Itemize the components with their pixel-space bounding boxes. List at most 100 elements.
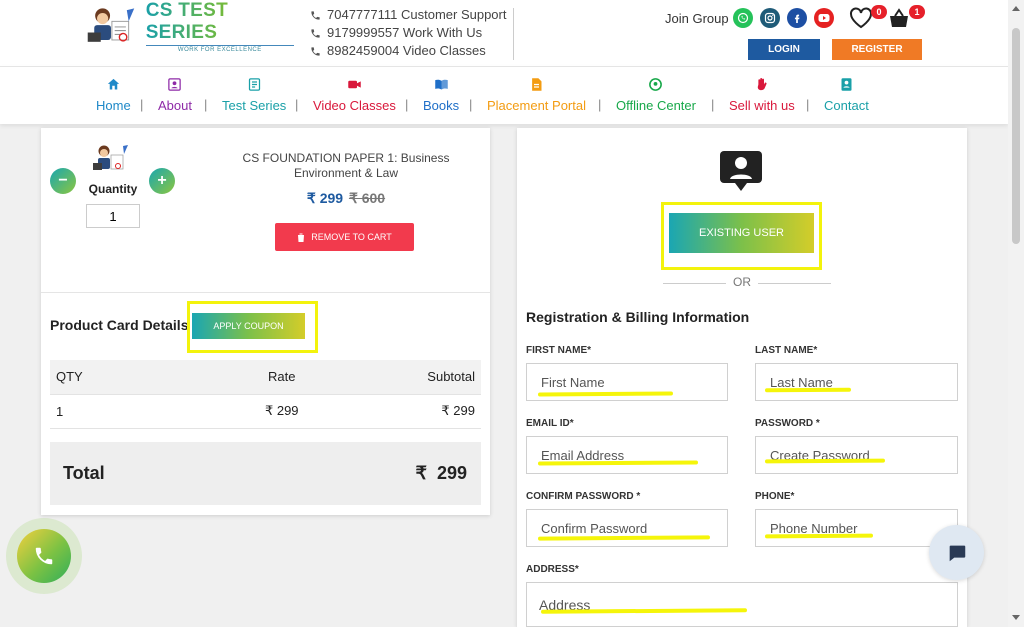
- book-icon: [434, 79, 448, 90]
- nav-label: Test Series: [222, 98, 287, 113]
- existing-user-button[interactable]: EXISTING USER: [669, 213, 814, 253]
- table-cell-subtotal: ₹ 299: [362, 394, 481, 429]
- phone-field[interactable]: [755, 509, 958, 547]
- nav-item-sell-with-us[interactable]: Sell with us: [729, 77, 795, 113]
- nav-separator: |: [204, 97, 208, 112]
- table-header-qty: QTY: [50, 360, 127, 395]
- contact-numbers: 7047777111 Customer Support 9179999557 W…: [310, 6, 506, 60]
- nav-label: Sell with us: [729, 98, 795, 113]
- scroll-down-arrow-icon[interactable]: [1012, 615, 1020, 620]
- highlight-underline: [764, 533, 874, 539]
- last-name-field[interactable]: [755, 363, 958, 401]
- document-icon: [532, 78, 542, 91]
- registration-card: EXISTING USER OR Registration & Billing …: [517, 128, 967, 627]
- contact-video-classes[interactable]: 8982459004 Video Classes: [310, 42, 506, 60]
- phone-icon: [311, 28, 320, 38]
- nav-item-home[interactable]: Home: [96, 77, 131, 113]
- register-button[interactable]: REGISTER: [832, 39, 922, 60]
- decrease-quantity-button[interactable]: −: [50, 168, 76, 194]
- login-button[interactable]: LOGIN: [748, 39, 820, 60]
- order-table: QTY Rate Subtotal 1 ₹ 299 ₹ 299: [50, 360, 481, 429]
- logo-tagline: WORK FOR EXCELLENCE: [145, 44, 294, 53]
- or-text: OR: [733, 275, 751, 289]
- nav-label: Placement Portal: [487, 98, 586, 113]
- highlight-underline: [764, 458, 886, 464]
- nav-item-books[interactable]: Books: [423, 77, 459, 113]
- basket-icon: [890, 8, 908, 27]
- home-icon: [107, 78, 119, 90]
- nav-separator: |: [711, 97, 715, 112]
- location-icon: [649, 78, 663, 91]
- cart-button[interactable]: 1: [887, 5, 925, 31]
- nav-item-about[interactable]: About: [158, 77, 192, 113]
- address-field[interactable]: [526, 582, 958, 627]
- nav-separator: |: [295, 97, 299, 112]
- call-button[interactable]: [6, 518, 82, 594]
- nav-item-test-series[interactable]: Test Series: [222, 77, 286, 113]
- facebook-icon[interactable]: [787, 8, 807, 28]
- quantity-label: Quantity: [88, 182, 138, 196]
- header-divider: [513, 8, 514, 60]
- youtube-icon[interactable]: [814, 8, 834, 28]
- total-value: ₹ 299: [415, 463, 468, 483]
- nav-label: Video Classes: [313, 98, 396, 113]
- apply-coupon-button[interactable]: APPLY COUPON: [192, 313, 305, 339]
- increase-quantity-button[interactable]: +: [149, 168, 175, 194]
- address-label: ADDRESS*: [526, 564, 579, 575]
- scrollbar-thumb[interactable]: [1012, 28, 1020, 244]
- table-header-rate: Rate: [126, 360, 363, 395]
- product-title: CS FOUNDATION PAPER 1: Business Environm…: [242, 151, 450, 180]
- mascot-logo-icon: [87, 8, 135, 42]
- contact-text: 7047777111 Customer Support: [327, 7, 507, 22]
- site-header: CS TEST SERIES WORK FOR EXCELLENCE 70477…: [0, 0, 1008, 66]
- nav-separator: |: [140, 97, 144, 112]
- about-icon: [168, 78, 182, 91]
- nav-separator: |: [469, 97, 473, 112]
- chat-button[interactable]: [929, 525, 984, 580]
- contact-work-with-us[interactable]: 9179999557 Work With Us: [310, 24, 506, 42]
- nav-separator: |: [806, 97, 810, 112]
- table-header-subtotal: Subtotal: [362, 360, 481, 395]
- whatsapp-icon[interactable]: [733, 8, 753, 28]
- contact-text: 8982459004 Video Classes: [327, 43, 486, 58]
- confirm-password-field[interactable]: [526, 509, 728, 547]
- email-field[interactable]: [526, 436, 728, 474]
- logo-title: CS TEST SERIES: [146, 0, 294, 44]
- chat-icon: [949, 545, 965, 561]
- table-row: 1 ₹ 299 ₹ 299: [50, 394, 481, 429]
- scroll-up-arrow-icon[interactable]: [1012, 6, 1020, 11]
- or-divider: OR: [517, 275, 967, 289]
- site-logo[interactable]: CS TEST SERIES WORK FOR EXCELLENCE: [84, 0, 294, 53]
- registration-title: Registration & Billing Information: [526, 309, 750, 325]
- confirm-password-label: CONFIRM PASSWORD *: [526, 491, 641, 502]
- nav-item-placement-portal[interactable]: Placement Portal: [487, 77, 586, 113]
- cart-card: − + Quantity CS FOUNDATION PAPER 1: Busi…: [41, 128, 490, 515]
- nav-label: Home: [96, 98, 131, 113]
- product-card-details-title: Product Card Details: [50, 317, 189, 333]
- remove-from-cart-button[interactable]: REMOVE TO CART: [275, 223, 414, 251]
- contact-customer-support[interactable]: 7047777111 Customer Support: [310, 6, 506, 24]
- original-price: ₹ 600: [348, 190, 386, 206]
- call-button-inner: [17, 529, 71, 583]
- main-nav: Home | About | Test Series | Video Class…: [0, 66, 1008, 124]
- nav-label: Offline Center: [616, 98, 696, 113]
- nav-item-contact[interactable]: Contact: [824, 77, 869, 113]
- nav-item-offline-center[interactable]: Offline Center: [616, 77, 696, 113]
- table-cell-qty: 1: [50, 394, 127, 429]
- or-line-right: [758, 283, 831, 284]
- total-label: Total: [63, 463, 105, 483]
- quantity-input[interactable]: [86, 204, 140, 228]
- page-scrollbar[interactable]: [1008, 0, 1024, 627]
- nav-label: About: [158, 98, 192, 113]
- mascot-icon: [93, 145, 128, 170]
- nav-label: Contact: [824, 98, 869, 113]
- current-price: ₹ 299: [306, 190, 344, 206]
- list-icon: [248, 78, 260, 91]
- phone-icon: [311, 46, 320, 56]
- nav-item-video-classes[interactable]: Video Classes: [313, 77, 396, 113]
- wishlist-button[interactable]: 0: [849, 5, 887, 31]
- trash-icon: [298, 233, 305, 242]
- instagram-icon[interactable]: [760, 8, 780, 28]
- password-field[interactable]: [755, 436, 958, 474]
- highlight-underline: [764, 387, 852, 393]
